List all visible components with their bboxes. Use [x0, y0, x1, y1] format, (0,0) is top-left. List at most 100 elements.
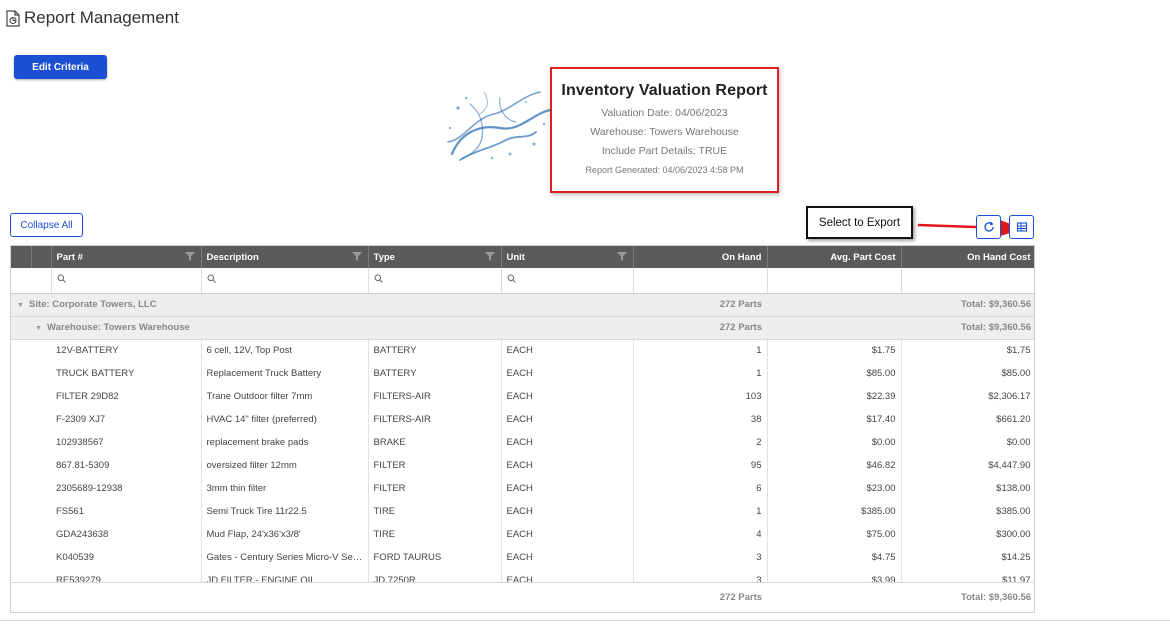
column-header-avg-part-cost[interactable]: Avg. Part Cost — [767, 246, 902, 268]
expand-column-header — [11, 246, 32, 268]
cell-part: 2305689-12938 — [51, 477, 202, 500]
cell-part: 12V-BATTERY — [51, 339, 202, 362]
cell-part: F-2309 XJ7 — [51, 408, 202, 431]
cell-description: replacement brake pads — [201, 431, 369, 454]
row-spacer — [11, 454, 31, 477]
row-spacer — [11, 477, 31, 500]
table-row[interactable]: 102938567 replacement brake pads BRAKE EACH… — [11, 431, 1034, 454]
cell-on-hand: 1 — [633, 500, 768, 523]
filter-cell-unit[interactable] — [501, 268, 634, 294]
cell-on-hand: 4 — [633, 523, 768, 546]
column-header-type[interactable]: Type — [368, 246, 502, 268]
valuation-date: Valuation Date: 04/06/2023 — [601, 107, 728, 119]
search-icon — [57, 274, 66, 284]
filter-icon[interactable] — [351, 252, 362, 261]
row-spacer — [31, 477, 51, 500]
filter-icon[interactable] — [616, 252, 627, 261]
refresh-button[interactable] — [976, 215, 1001, 239]
cell-part: GDA243638 — [51, 523, 202, 546]
divider — [0, 620, 1170, 621]
cell-type: FILTERS-AIR — [368, 408, 502, 431]
table-row[interactable]: 12V-BATTERY 6 cell, 12V, Top Post BATTERY E… — [11, 339, 1034, 362]
cell-part: 867.81-5309 — [51, 454, 202, 477]
cell-on-hand-cost: $1.75 — [901, 339, 1034, 362]
row-spacer — [31, 523, 51, 546]
cell-type: FILTERS-AIR — [368, 385, 502, 408]
table-row[interactable]: F-2309 XJ7 HVAC 14" filter (preferred) FIL… — [11, 408, 1034, 431]
table-row[interactable]: K040539 Gates - Century Series Micro-V Se… — [11, 546, 1034, 569]
group-row-warehouse[interactable]: ▼ Warehouse: Towers Warehouse 272 Parts T… — [11, 316, 1034, 340]
row-spacer — [11, 500, 31, 523]
column-label: Part # — [56, 251, 83, 263]
cell-on-hand: 3 — [633, 546, 768, 569]
table-row[interactable]: FILTER 29D82 Trane Outdoor filter 7mm FILT… — [11, 385, 1034, 408]
cell-type: TIRE — [368, 500, 502, 523]
group-on-hand: 272 Parts — [633, 316, 767, 340]
group-total: Total: $9,360.56 — [901, 293, 1034, 317]
footer-on-hand: 272 Parts — [633, 581, 768, 612]
export-callout: Select to Export — [806, 206, 913, 239]
column-header-on-hand-cost[interactable]: On Hand Cost — [901, 246, 1034, 268]
cell-on-hand: 38 — [633, 408, 768, 431]
cell-avg-part-cost: $385.00 — [767, 500, 902, 523]
cell-unit: EACH — [501, 385, 634, 408]
filter-cell-part[interactable] — [51, 268, 202, 294]
report-generated: Report Generated: 04/06/2023 4:58 PM — [585, 165, 744, 175]
cell-on-hand-cost: $4,447.90 — [901, 454, 1034, 477]
column-header-on-hand[interactable]: On Hand — [633, 246, 768, 268]
cell-unit: EACH — [501, 477, 634, 500]
refresh-icon — [983, 221, 994, 232]
cell-avg-part-cost: $4.75 — [767, 546, 902, 569]
table-row[interactable]: 867.81-5309 oversized filter 12mm FILTER EA… — [11, 454, 1034, 477]
column-label: Unit — [506, 251, 525, 263]
group-total: Total: $9,360.56 — [901, 316, 1034, 340]
collapse-caret-icon[interactable]: ▼ — [17, 302, 29, 309]
filter-cell-type[interactable] — [368, 268, 502, 294]
search-icon — [207, 274, 216, 284]
collapse-all-button[interactable]: Collapse All — [10, 213, 83, 237]
cell-on-hand-cost: $138.00 — [901, 477, 1034, 500]
column-header-part[interactable]: Part # — [51, 246, 202, 268]
cell-avg-part-cost: $23.00 — [767, 477, 902, 500]
filter-cell-description[interactable] — [201, 268, 369, 294]
cell-part: FILTER 29D82 — [51, 385, 202, 408]
column-header-description[interactable]: Description — [201, 246, 369, 268]
row-spacer — [11, 431, 31, 454]
group-row-site[interactable]: ▼ Site: Corporate Towers, LLC 272 Parts T… — [11, 293, 1034, 317]
row-spacer — [31, 339, 51, 362]
row-spacer — [31, 431, 51, 454]
table-row[interactable]: FS561 Semi Truck Tire 11r22.5 TIRE EACH 1 $38… — [11, 500, 1034, 523]
cell-unit: EACH — [501, 523, 634, 546]
cell-part: 102938567 — [51, 431, 202, 454]
filter-icon[interactable] — [184, 252, 195, 261]
cell-avg-part-cost: $0.00 — [767, 431, 902, 454]
filter-icon[interactable] — [484, 252, 495, 261]
cell-description: Semi Truck Tire 11r22.5 — [201, 500, 369, 523]
cell-on-hand: 1 — [633, 362, 768, 385]
cell-unit: EACH — [501, 454, 634, 477]
cell-description: Replacement Truck Battery — [201, 362, 369, 385]
cell-avg-part-cost: $1.75 — [767, 339, 902, 362]
table-row[interactable]: GDA243638 Mud Flap, 24'x36'x3/8' TIRE EACH 4… — [11, 523, 1034, 546]
row-spacer — [31, 385, 51, 408]
cell-on-hand-cost: $661.20 — [901, 408, 1034, 431]
cell-part: FS561 — [51, 500, 202, 523]
include-part-details: Include Part Details: TRUE — [601, 145, 728, 157]
table-row[interactable]: TRUCK BATTERY Replacement Truck Battery BA… — [11, 362, 1034, 385]
search-icon — [507, 274, 516, 284]
search-icon — [374, 274, 383, 284]
export-button[interactable] — [1009, 215, 1034, 239]
row-spacer — [31, 500, 51, 523]
cell-type: BATTERY — [368, 339, 502, 362]
column-header-unit[interactable]: Unit — [501, 246, 634, 268]
collapse-caret-icon[interactable]: ▼ — [35, 325, 47, 332]
edit-criteria-button[interactable]: Edit Criteria — [14, 55, 107, 79]
report-document-icon — [6, 9, 20, 27]
cell-description: 6 cell, 12V, Top Post — [201, 339, 369, 362]
report-header-card: Inventory Valuation Report Valuation Dat… — [550, 67, 779, 193]
row-spacer — [31, 362, 51, 385]
table-row[interactable]: 2305689-12938 3mm thin filter FILTER EACH 6 $… — [11, 477, 1034, 500]
cell-type: TIRE — [368, 523, 502, 546]
cell-avg-part-cost: $17.40 — [767, 408, 902, 431]
cell-on-hand-cost: $0.00 — [901, 431, 1034, 454]
